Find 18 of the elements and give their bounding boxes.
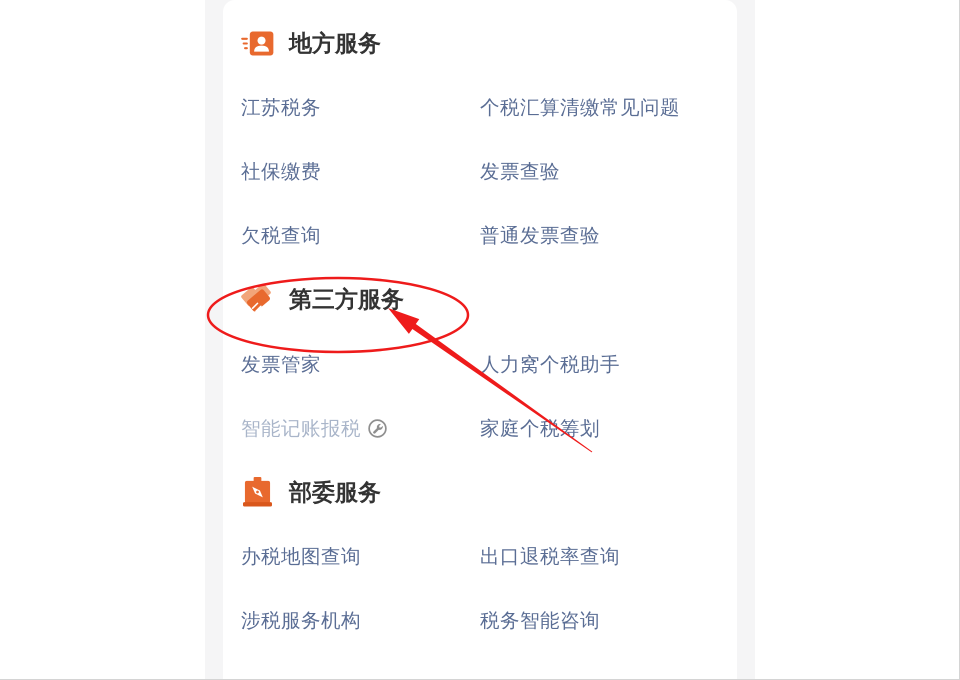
service-link[interactable]: 普通发票查验	[480, 222, 600, 250]
service-link[interactable]: 个税汇算清缴常见问题	[480, 94, 680, 121]
section-title: 地方服务	[289, 30, 381, 59]
service-link[interactable]: 发票查验	[480, 158, 560, 185]
service-link[interactable]: 江苏税务	[241, 94, 321, 121]
service-link[interactable]: 办税地图查询	[241, 543, 361, 570]
service-link[interactable]: 税务智能咨询	[480, 607, 600, 634]
service-link[interactable]: 涉税服务机构	[241, 607, 361, 634]
service-link[interactable]: 欠税查询	[241, 222, 321, 250]
service-link[interactable]: 社保缴费	[241, 158, 321, 185]
service-link[interactable]: 发票管家	[241, 350, 321, 378]
person-card-icon	[241, 30, 274, 56]
service-link[interactable]: 出口退税率查询	[480, 543, 620, 570]
section-title: 部委服务	[289, 478, 381, 508]
service-link[interactable]: 家庭个税筹划	[480, 414, 600, 442]
compass-icon	[243, 477, 272, 508]
section-title: 第三方服务	[289, 286, 404, 316]
wrench-icon	[368, 418, 387, 438]
